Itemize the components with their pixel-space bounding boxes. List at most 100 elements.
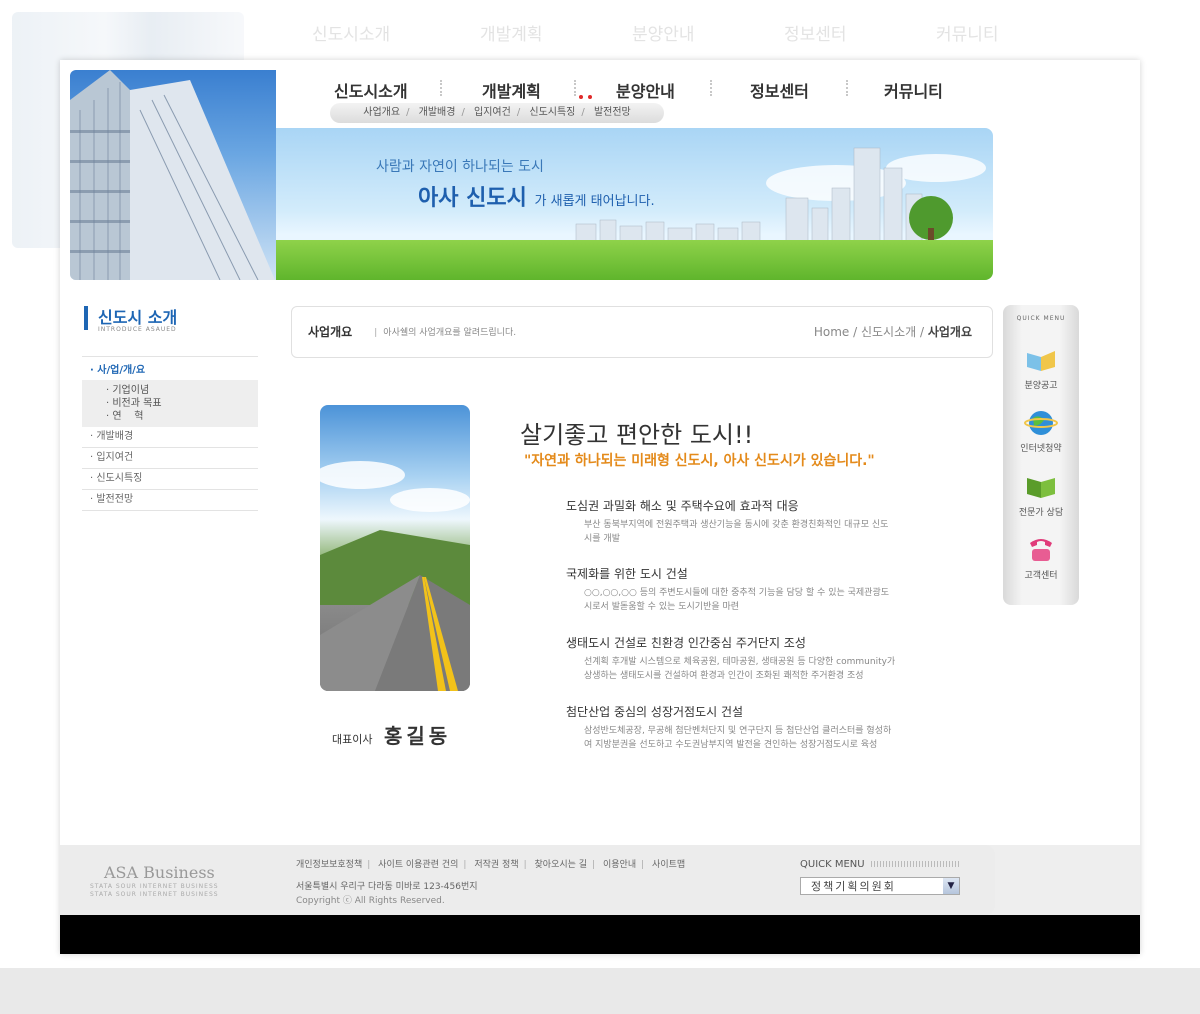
content-point: 국제화를 위한 도시 건설 ○○,○○,○○ 등의 주변도시들에 대한 중추적 … [566, 565, 896, 614]
background-nav-item: 신도시소개 [312, 25, 391, 45]
footer-logo-tagline-line: STATA SOUR INTERNET BUSINESS [90, 883, 219, 890]
active-indicator-dots [579, 84, 597, 103]
content-point-title: 국제화를 위한 도시 건설 [566, 567, 688, 581]
background-nav-item: 개발계획 [480, 25, 543, 45]
banner-slogan-top: 사람과 자연이 하나되는 도시 [376, 159, 544, 175]
breadcrumb-path[interactable]: Home / 신도시소개 / [814, 325, 928, 339]
quick-item-label: 인터넷청약 [1020, 444, 1062, 454]
side-menu-item-outlook[interactable]: · 발전전망 [82, 490, 258, 511]
side-menu-item-overview[interactable]: · 사/업/개/요 [82, 356, 258, 380]
footer: ASA Business STATA SOUR INTERNET BUSINES… [60, 845, 1140, 915]
side-menu-item-features[interactable]: · 신도시특징 [82, 469, 258, 490]
nav-item-introduce[interactable]: 신도시소개 [334, 78, 408, 102]
footer-link-directions[interactable]: 찾아오시는 길 [535, 860, 588, 870]
content-headline: 살기좋고 편안한 도시!! [520, 421, 754, 449]
subnav-item-location[interactable]: 입지여건 [474, 107, 511, 118]
hero-building-image [70, 70, 276, 280]
side-menu-item-location[interactable]: · 입지여건 [82, 448, 258, 469]
footer-quick-select[interactable]: 정책기획의원회 ▼ [800, 877, 960, 895]
footer-copyright: Copyright ⓒ All Rights Reserved. [296, 896, 445, 906]
footer-quick-select-value: 정책기획의원회 [811, 880, 896, 893]
quick-item-customer-center[interactable]: 고객센터 [1003, 535, 1079, 581]
location-bar: 사업개요 | 아사쉘의 사업개요를 알려드립니다. Home / 신도시소개 / … [291, 306, 993, 358]
nav-item-info-center[interactable]: 정보센터 [750, 78, 809, 102]
nav-item-sales[interactable]: 분양안내 [616, 78, 675, 102]
side-menu-item-background[interactable]: · 개발배경 [82, 427, 258, 448]
content-point-title: 첨단산업 중심의 성장거점도시 건설 [566, 705, 744, 719]
footer-link-suggestion[interactable]: 사이트 이용관련 건의 [378, 860, 458, 870]
footer-quick-menu-label: QUICK MENU [800, 859, 961, 870]
breadcrumb-current: 사업개요 [927, 325, 972, 339]
chevron-down-icon[interactable]: ▼ [943, 878, 959, 894]
background-nav-item: 커뮤니티 [936, 25, 999, 45]
subnav-item-overview[interactable]: 사업개요 [363, 107, 400, 118]
nav-separator [574, 80, 578, 96]
main-banner: 사람과 자연이 하나되는 도시 아사 신도시 가 새롭게 태어납니다. [276, 128, 993, 280]
content-point-body: 삼성반도체공장, 무공해 첨단벤처단지 및 연구단지 등 첨단산업 클러스터를 … [584, 726, 892, 750]
page-description: | 아사쉘의 사업개요를 알려드립니다. [374, 328, 517, 338]
footer-logo: ASA Business [104, 863, 215, 882]
side-menu: · 사/업/개/요 · 기업이념 · 비전과 목표 · 연 혁 · 개발배경 ·… [82, 356, 258, 511]
footer-logo-tagline-line: STATA SOUR INTERNET BUSINESS [90, 891, 219, 898]
telephone-icon [1030, 539, 1052, 561]
banner-grass [276, 240, 993, 280]
side-submenu-item-philosophy[interactable]: · 기업이념 [106, 384, 258, 397]
quick-item-expert-consult[interactable]: 전문가 상담 [1003, 472, 1079, 518]
page-title: 사업개요 [308, 325, 353, 339]
page-description-text: 아사쉘의 사업개요를 알려드립니다. [383, 328, 517, 338]
nav-separator [846, 80, 850, 96]
title-accent-bar [84, 306, 88, 330]
footer-quick-menu-text: QUICK MENU [800, 859, 865, 870]
footer-link-sitemap[interactable]: 사이트맵 [652, 860, 685, 870]
nav-item-community[interactable]: 커뮤니티 [884, 78, 943, 102]
side-submenu-item-vision[interactable]: · 비전과 목표 [106, 397, 258, 410]
sub-navigation: 사업개요 / 개발배경 / 입지여건 / 신도시특징 / 발전전망 [330, 103, 664, 123]
subnav-item-features[interactable]: 신도시특징 [529, 107, 575, 118]
quick-item-online-subscription[interactable]: 인터넷청약 [1003, 408, 1079, 454]
side-submenu: · 기업이념 · 비전과 목표 · 연 혁 [82, 380, 258, 427]
footer-link-copyright[interactable]: 저작권 정책 [474, 860, 518, 870]
ceo-name: 홍길동 [383, 724, 452, 748]
footer-link-guide[interactable]: 이용안내 [603, 860, 636, 870]
background-nav-item: 분양안내 [632, 25, 695, 45]
quick-item-label: 고객센터 [1024, 571, 1058, 581]
page-card: 신도시소개 개발계획 분양안내 정보센터 커뮤니티 사업개요 / 개발배경 / 입지… [60, 60, 1140, 954]
content-point: 도심권 과밀화 해소 및 주택수요에 효과적 대응 부산 동북부지역에 전원주택… [566, 497, 896, 546]
background-nav-item: 정보센터 [784, 25, 847, 45]
footer-address: 서울특별시 우리구 다라동 미바로 123-456번지 [296, 882, 478, 892]
banner-slogan-city: 아사 신도시 [418, 186, 527, 211]
nav-separator [440, 80, 444, 96]
content-point-body: 부산 동북부지역에 전원주택과 생산기능을 동시에 갖춘 환경친화적인 대규모 … [584, 520, 889, 544]
ceo-label: 대표이사 [332, 733, 373, 746]
content-point-body: 선계획 후개발 시스템으로 체육공원, 테마공원, 생태공원 등 다양한 com… [584, 657, 896, 681]
content-point: 생태도시 건설로 친환경 인간중심 주거단지 조성 선계획 후개발 시스템으로 … [566, 634, 896, 683]
side-submenu-item-history[interactable]: · 연 혁 [106, 410, 258, 423]
side-menu-title-en: INTRODUCE ASAUED [98, 326, 177, 333]
road-landscape-photo [320, 405, 470, 691]
content-point-title: 도심권 과밀화 해소 및 주택수요에 효과적 대응 [566, 499, 799, 513]
content-point-title: 생태도시 건설로 친환경 인간중심 주거단지 조성 [566, 636, 806, 650]
quick-item-label: 전문가 상담 [1018, 508, 1064, 518]
quick-menu: QUICK MENU 분양공고 인터넷청약 전문가 상담 고객센터 [1003, 305, 1079, 605]
side-menu-title-text: 신도시 소개 [98, 308, 178, 327]
content-point-body: ○○,○○,○○ 등의 주변도시들에 대한 중추적 기능을 담당 할 수 있는 … [584, 588, 890, 612]
ceo-signature: 대표이사 홍길동 [332, 720, 451, 749]
content-subheadline: "자연과 하나되는 미래형 신도시, 아사 신도시가 있습니다." [524, 453, 875, 469]
content-point: 첨단산업 중심의 성장거점도시 건설 삼성반도체공장, 무공해 첨단벤처단지 및… [566, 703, 896, 752]
footer-logo-tagline: STATA SOUR INTERNET BUSINESS STATA SOUR … [90, 883, 219, 899]
global-navigation: 신도시소개 개발계획 분양안내 정보센터 커뮤니티 [300, 74, 980, 106]
footer-links: 개인정보보호정책 | 사이트 이용관련 건의 | 저작권 정책 | 찾아오시는 길 | … [296, 860, 686, 870]
subnav-item-background[interactable]: 개발배경 [419, 107, 456, 118]
breadcrumb: Home / 신도시소개 / 사업개요 [814, 323, 972, 340]
banner-slogan-tail: 가 새롭게 태어납니다. [534, 194, 655, 209]
road-illustration [320, 461, 470, 691]
building-illustration [70, 70, 275, 280]
globe-icon [1024, 411, 1058, 435]
nav-item-development[interactable]: 개발계획 [482, 78, 541, 102]
green-book-icon [1027, 478, 1055, 498]
background-bottom-strip [0, 968, 1200, 1014]
quick-menu-title: QUICK MENU [1016, 315, 1066, 322]
footer-link-privacy[interactable]: 개인정보보호정책 [296, 860, 362, 870]
quick-item-sales-notice[interactable]: 분양공고 [1003, 345, 1079, 391]
subnav-item-outlook[interactable]: 발전전망 [594, 107, 631, 118]
